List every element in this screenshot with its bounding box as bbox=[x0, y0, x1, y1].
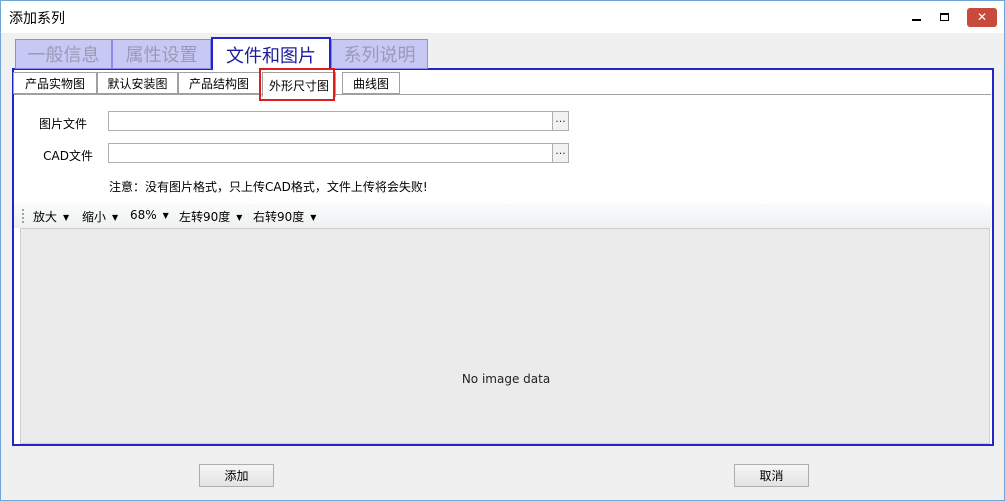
active-subtab-highlight bbox=[259, 68, 335, 101]
close-icon: ✕ bbox=[967, 7, 997, 27]
subtab-divider bbox=[14, 94, 991, 95]
tab-attribute-settings[interactable]: 属性设置 bbox=[112, 39, 211, 69]
zoom-in-button[interactable]: 放大 ▼ bbox=[33, 208, 69, 225]
subtab-product-structure[interactable]: 产品结构图 bbox=[178, 72, 260, 94]
close-button[interactable]: ✕ bbox=[961, 1, 1003, 33]
title-bar[interactable]: 添加系列 ✕ bbox=[1, 1, 1004, 33]
chevron-down-icon: ▼ bbox=[310, 213, 317, 222]
cad-file-input[interactable] bbox=[108, 143, 553, 163]
subtab-curve-chart[interactable]: 曲线图 bbox=[342, 72, 400, 94]
zoom-out-button[interactable]: 缩小 ▼ bbox=[82, 208, 118, 225]
image-toolbar: 放大 ▼ 缩小 ▼ 68% ▼ 左转90度 ▼ 右转90度 ▼ bbox=[14, 204, 991, 228]
tab-series-description[interactable]: 系列说明 bbox=[331, 39, 428, 69]
image-file-label: 图片文件 bbox=[38, 117, 87, 131]
toolbar-grip-icon[interactable] bbox=[22, 209, 24, 223]
rotate-left-button[interactable]: 左转90度 ▼ bbox=[179, 208, 242, 225]
image-file-browse-button[interactable]: ··· bbox=[552, 111, 569, 131]
add-series-dialog: 添加系列 ✕ 一般信息 属性设置 文件和图片 系列说明 产品实物图 默认安装图 … bbox=[0, 0, 1005, 501]
cancel-button[interactable]: 取消 bbox=[734, 464, 809, 487]
chevron-down-icon: ▼ bbox=[162, 211, 169, 220]
maximize-icon[interactable] bbox=[929, 1, 959, 33]
window-title: 添加系列 bbox=[9, 11, 65, 27]
tab-general-info[interactable]: 一般信息 bbox=[15, 39, 112, 69]
image-file-input[interactable] bbox=[108, 111, 553, 131]
subtab-product-photo[interactable]: 产品实物图 bbox=[13, 72, 97, 94]
image-viewer[interactable]: No image data bbox=[20, 228, 990, 444]
chevron-down-icon: ▼ bbox=[63, 213, 70, 222]
cad-file-browse-button[interactable]: ··· bbox=[552, 143, 569, 163]
add-button[interactable]: 添加 bbox=[199, 464, 274, 487]
chevron-down-icon: ▼ bbox=[236, 213, 243, 222]
upload-note: 注意：没有图片格式，只上传CAD格式，文件上传将会失败! bbox=[109, 180, 428, 194]
zoom-level-dropdown[interactable]: 68% ▼ bbox=[130, 208, 169, 222]
rotate-right-button[interactable]: 右转90度 ▼ bbox=[253, 208, 316, 225]
cad-file-label: CAD文件 bbox=[43, 149, 93, 163]
no-image-text: No image data bbox=[461, 372, 551, 386]
minimize-icon[interactable] bbox=[901, 1, 931, 33]
tab-files-and-images[interactable]: 文件和图片 bbox=[211, 37, 331, 70]
subtab-default-install[interactable]: 默认安装图 bbox=[97, 72, 178, 94]
chevron-down-icon: ▼ bbox=[112, 213, 119, 222]
